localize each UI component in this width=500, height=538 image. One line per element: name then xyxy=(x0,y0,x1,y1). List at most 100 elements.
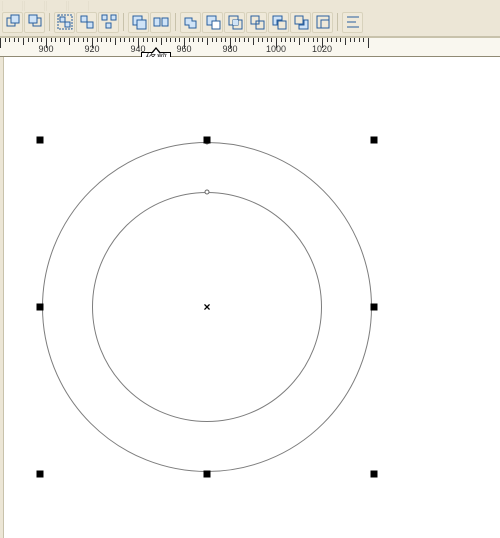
ruler-tick xyxy=(0,38,1,48)
inner-top-node[interactable] xyxy=(205,190,210,195)
trim-icon xyxy=(204,13,222,31)
ungroup-button[interactable] xyxy=(76,12,97,33)
ruler-tick xyxy=(313,38,314,42)
ruler-tick xyxy=(60,38,61,42)
ruler-tick xyxy=(152,38,153,42)
ruler-tick xyxy=(23,38,24,45)
selection-handle-tr[interactable] xyxy=(371,137,378,144)
ruler-tick xyxy=(221,38,222,42)
intersect-button[interactable] xyxy=(224,12,245,33)
ruler-tick xyxy=(166,38,167,42)
ruler-tick xyxy=(363,38,364,42)
ruler-tick xyxy=(83,38,84,42)
ruler-tick xyxy=(87,38,88,42)
ruler-label: 920 xyxy=(84,44,99,54)
selection-handle-br[interactable] xyxy=(371,471,378,478)
back-minus-front-icon xyxy=(292,13,310,31)
selection-handle-ml[interactable] xyxy=(37,304,44,311)
ruler-tick xyxy=(262,38,263,42)
selection-handle-bl[interactable] xyxy=(37,471,44,478)
toolbar-btn-partial-3[interactable] xyxy=(46,1,67,11)
combine-icon xyxy=(130,13,148,31)
ruler-tick xyxy=(193,38,194,42)
ruler-tick xyxy=(317,38,318,42)
ruler-tick xyxy=(207,38,208,45)
ruler-tick xyxy=(5,38,6,42)
front-minus-back-icon xyxy=(270,13,288,31)
ruler-tick xyxy=(106,38,107,42)
ruler-tick xyxy=(248,38,249,42)
ruler-tick xyxy=(78,38,79,42)
ruler-tick xyxy=(290,38,291,42)
selection-handle-tl[interactable] xyxy=(37,137,44,144)
ruler-tick xyxy=(258,38,259,42)
selection-center-marker[interactable]: × xyxy=(203,300,210,314)
ruler-tick xyxy=(225,38,226,42)
to-front-of-layer-button[interactable] xyxy=(2,12,23,33)
ruler-tick xyxy=(354,38,355,42)
horizontal-ruler[interactable]: 90092094096098010001020修剪 xyxy=(0,37,500,57)
ruler-tick xyxy=(28,38,29,42)
trim-button[interactable] xyxy=(202,12,223,33)
ungroup-all-button[interactable] xyxy=(98,12,119,33)
ruler-tick xyxy=(304,38,305,42)
toolbar-divider xyxy=(49,13,50,31)
ruler-tick xyxy=(340,38,341,42)
ruler-tick xyxy=(331,38,332,42)
ruler-tick xyxy=(175,38,176,42)
ruler-tick xyxy=(161,38,162,45)
ruler-tick xyxy=(235,38,236,42)
ruler-tick xyxy=(55,38,56,42)
ruler-tick xyxy=(350,38,351,42)
to-front-of-layer-icon xyxy=(4,13,22,31)
break-apart-button[interactable] xyxy=(150,12,171,33)
selection-handle-bm[interactable] xyxy=(204,471,211,478)
back-minus-front-button[interactable] xyxy=(290,12,311,33)
toolbar-divider xyxy=(337,13,338,31)
ruler-tick xyxy=(9,38,10,42)
toolbar-btn-partial-4[interactable] xyxy=(68,1,89,11)
ruler-tick xyxy=(124,38,125,42)
ruler-tick xyxy=(189,38,190,42)
ruler-tick xyxy=(133,38,134,42)
to-back-of-layer-button[interactable] xyxy=(24,12,45,33)
toolbar-btn-partial-2[interactable] xyxy=(24,1,45,11)
ruler-tick xyxy=(156,38,157,42)
ruler-tick xyxy=(299,38,300,45)
ruler-tick xyxy=(101,38,102,42)
ruler-tick xyxy=(18,38,19,42)
toolbar-row-partial xyxy=(0,1,500,11)
toolbar-row-shaping xyxy=(0,11,500,33)
ungroup-icon xyxy=(78,13,96,31)
selection-handle-tm[interactable] xyxy=(204,137,211,144)
ruler-tick xyxy=(327,38,328,42)
ruler-tick xyxy=(14,38,15,42)
ruler-tick xyxy=(267,38,268,42)
ruler-tick xyxy=(129,38,130,42)
ruler-tick xyxy=(336,38,337,42)
selection-handle-mr[interactable] xyxy=(371,304,378,311)
ruler-tick xyxy=(345,38,346,45)
ruler-tick xyxy=(32,38,33,42)
break-apart-icon xyxy=(152,13,170,31)
drawing-canvas[interactable]: × xyxy=(0,57,500,538)
simplify-button[interactable] xyxy=(246,12,267,33)
front-minus-back-button[interactable] xyxy=(268,12,289,33)
ruler-label: 960 xyxy=(176,44,191,54)
ruler-tick xyxy=(74,38,75,42)
weld-button[interactable] xyxy=(180,12,201,33)
simplify-icon xyxy=(248,13,266,31)
vertical-ruler-gutter[interactable] xyxy=(0,57,4,538)
weld-icon xyxy=(182,13,200,31)
toolbar-divider xyxy=(123,13,124,31)
toolbar-btn-partial-1[interactable] xyxy=(2,1,23,11)
align-distribute-button[interactable] xyxy=(342,12,363,33)
ruler-tick xyxy=(69,38,70,45)
create-boundary-button[interactable] xyxy=(312,12,333,33)
ruler-tick xyxy=(41,38,42,42)
group-button[interactable] xyxy=(54,12,75,33)
create-boundary-icon xyxy=(314,13,332,31)
ruler-label: 1020 xyxy=(312,44,332,54)
combine-button[interactable] xyxy=(128,12,149,33)
ruler-label: 1000 xyxy=(266,44,286,54)
